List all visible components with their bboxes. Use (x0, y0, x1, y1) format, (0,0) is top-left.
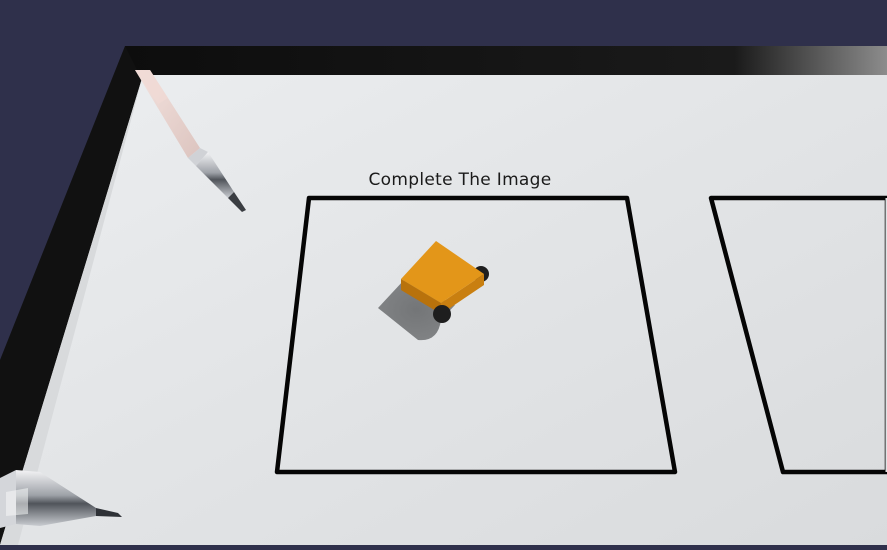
instruction-title: Complete The Image (368, 170, 552, 190)
scene-svg (0, 46, 887, 545)
board-frame-top (125, 46, 887, 76)
game-scene: Complete The Image (0, 0, 887, 545)
block-wheel-front (433, 305, 451, 323)
